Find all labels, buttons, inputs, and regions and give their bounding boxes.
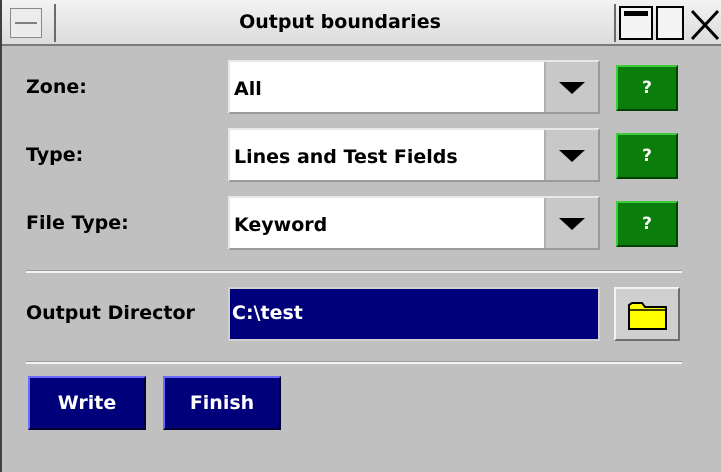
zone-label: Zone: bbox=[26, 76, 87, 98]
close-button[interactable] bbox=[686, 6, 721, 41]
file-type-select-value: Keyword bbox=[234, 214, 328, 236]
title-divider-right bbox=[614, 4, 616, 42]
zone-dropdown-button[interactable] bbox=[544, 62, 598, 112]
file-type-dropdown-button[interactable] bbox=[544, 198, 598, 248]
folder-icon bbox=[628, 302, 667, 330]
chevron-down-icon bbox=[559, 150, 585, 162]
maximize-button[interactable] bbox=[656, 6, 684, 40]
chevron-down-icon bbox=[559, 82, 585, 94]
type-select-value: Lines and Test Fields bbox=[234, 146, 458, 168]
file-type-select[interactable]: Keyword bbox=[228, 196, 600, 250]
dash-icon bbox=[15, 22, 37, 24]
output-boundaries-window: Output boundaries Zone: All ? Type: Line… bbox=[0, 0, 721, 472]
type-label: Type: bbox=[26, 144, 84, 166]
file-type-label: File Type: bbox=[26, 212, 129, 234]
type-help-button[interactable]: ? bbox=[616, 133, 678, 179]
write-button[interactable]: Write bbox=[28, 376, 146, 430]
separator-top bbox=[26, 270, 682, 273]
finish-button[interactable]: Finish bbox=[163, 376, 281, 430]
system-menu-button[interactable] bbox=[10, 8, 42, 38]
title-divider-left bbox=[54, 4, 56, 42]
zone-help-button[interactable]: ? bbox=[616, 65, 678, 111]
output-directory-value: C:\test bbox=[232, 302, 303, 324]
file-type-help-button[interactable]: ? bbox=[616, 201, 678, 247]
output-directory-field[interactable]: C:\test bbox=[228, 287, 600, 341]
title-bar[interactable]: Output boundaries bbox=[2, 0, 721, 46]
chevron-down-icon bbox=[559, 218, 585, 230]
window-title: Output boundaries bbox=[239, 11, 441, 33]
type-select[interactable]: Lines and Test Fields bbox=[228, 128, 600, 182]
minimize-button[interactable] bbox=[619, 6, 653, 40]
zone-select-value: All bbox=[234, 78, 262, 100]
type-dropdown-button[interactable] bbox=[544, 130, 598, 180]
close-icon bbox=[690, 9, 720, 41]
browse-folder-button[interactable] bbox=[614, 287, 680, 341]
separator-bottom bbox=[26, 361, 682, 364]
output-directory-label: Output Director bbox=[26, 302, 195, 324]
zone-select[interactable]: All bbox=[228, 60, 600, 114]
